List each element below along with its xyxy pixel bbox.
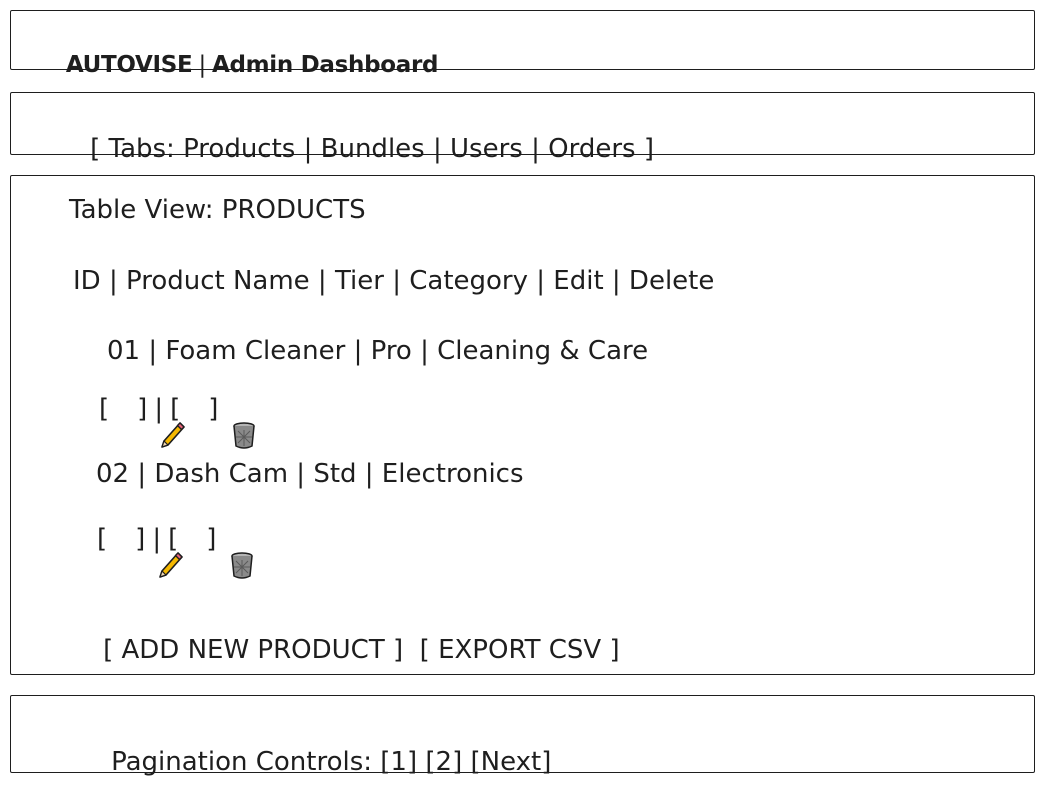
table-row: 01 | Foam Cleaner | Pro | Cleaning & Car… [107,336,649,366]
tabs-open-bracket: [ [90,134,101,164]
trash-icon[interactable] [180,394,255,449]
add-new-product-button[interactable]: [ ADD NEW PRODUCT ] [103,635,403,665]
page-title: Admin Dashboard [211,52,439,78]
bracket-close: ] [135,524,146,554]
action-separator: | [154,394,164,424]
pagination-row: Pagination Controls: [1] [2] [Next] [78,723,551,801]
tabs-close-bracket: ] [643,134,654,164]
bracket-open: [ [99,394,110,424]
tab-separator: | [432,134,442,164]
app-title: AUTOVISE | Admin Dashboard [35,31,439,100]
action-separator: | [152,524,162,554]
next-page-button[interactable]: [Next] [471,747,552,777]
row-actions: [ ] | [ ] [99,394,255,449]
brand-name: AUTOVISE [65,52,193,78]
bracket-open: [ [168,524,179,554]
bracket-close: ] [137,394,148,424]
page-1-button[interactable]: [1] [380,747,417,777]
pencil-icon[interactable] [109,394,185,448]
table-view-label: Table View: PRODUCTS [69,195,366,225]
export-csv-button[interactable]: [ EXPORT CSV ] [420,635,620,665]
title-separator: | [198,52,206,78]
bracket-open: [ [170,394,181,424]
pencil-icon[interactable] [107,524,183,578]
table-panel: Table View: PRODUCTS ID | Product Name |… [10,175,1035,675]
tab-separator: | [303,134,313,164]
tab-bundles[interactable]: Bundles [321,134,425,164]
tab-users[interactable]: Users [450,134,523,164]
page-2-button[interactable]: [2] [425,747,462,777]
tab-separator: | [531,134,540,164]
pagination-label: Pagination Controls: [111,747,373,777]
tabs-bar: [ Tabs: Products | Bundles | Users | Ord… [10,92,1035,162]
trash-icon[interactable] [178,524,253,579]
table-header-row: ID | Product Name | Tier | Category | Ed… [73,266,715,296]
row-actions: [ ] | [ ] [97,524,253,579]
header-bar: AUTOVISE | Admin Dashboard [10,10,1035,77]
tab-products[interactable]: Products [183,134,295,164]
tabs-label: Tabs: [108,134,175,164]
bracket-open: [ [97,524,108,554]
table-row: 02 | Dash Cam | Std | Electronics [96,459,524,489]
bracket-close: ] [208,394,219,424]
pagination-bar: Pagination Controls: [1] [2] [Next] [10,695,1035,775]
bracket-close: ] [206,524,217,554]
tab-orders[interactable]: Orders [548,134,635,164]
table-actions: [ ADD NEW PRODUCT ] [ EXPORT CSV ] [70,611,620,689]
